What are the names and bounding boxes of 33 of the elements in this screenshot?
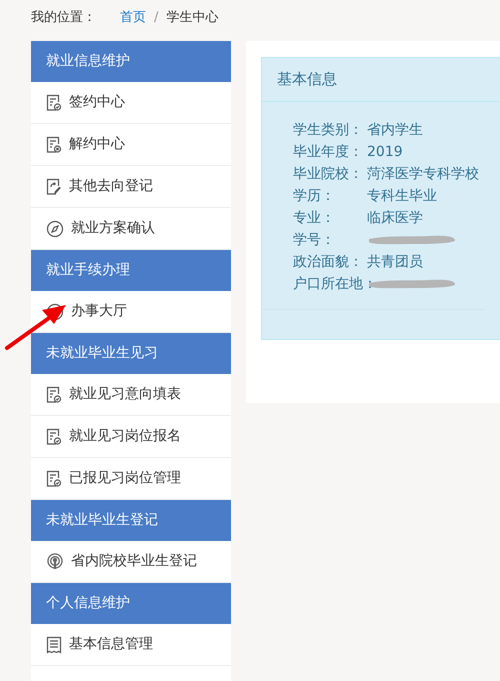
document-check-icon: [46, 428, 62, 446]
document-cross-icon: [46, 136, 62, 154]
document-check-icon: [46, 470, 62, 488]
breadcrumb-label: 我的位置：: [31, 9, 96, 28]
field-label: 学历：: [293, 186, 336, 206]
breadcrumb-link[interactable]: 首页: [120, 8, 146, 28]
breadcrumb-separator: /: [154, 9, 158, 28]
document-pen-icon: [46, 178, 62, 196]
field-value: 2019: [367, 142, 403, 162]
broadcast-icon: [46, 552, 64, 570]
field-value: 菏泽医学专科学校: [367, 164, 479, 184]
card-title: 基本信息: [277, 69, 337, 90]
compass-icon: [46, 302, 64, 320]
field-label: 学生类别：: [293, 120, 364, 140]
field-label: 政治面貌：: [293, 252, 364, 272]
sidebar-group-header[interactable]: 就业信息维护: [31, 41, 231, 82]
compass-icon: [46, 220, 64, 238]
sidebar-group-header[interactable]: 未就业毕业生登记: [31, 500, 231, 541]
field-value: 专科生毕业: [367, 186, 437, 206]
breadcrumb-link[interactable]: 学生中心: [166, 8, 218, 28]
field-value: 省内学生: [367, 120, 423, 140]
field-label: 毕业院校：: [293, 164, 364, 184]
sidebar-group-header[interactable]: 未就业毕业生见习: [31, 333, 231, 374]
field-label: 专业：: [293, 208, 336, 228]
receipt-icon: [46, 636, 62, 654]
sidebar-group-header[interactable]: 就业手续办理: [31, 250, 231, 291]
field-label: 毕业年度：: [293, 142, 364, 162]
field-value: 临床医学: [367, 208, 423, 228]
field-label: 学号：: [293, 230, 336, 250]
document-check-icon: [46, 94, 62, 112]
field-value: 共青团员: [367, 252, 423, 272]
sidebar-group-header[interactable]: 个人信息维护: [31, 583, 231, 624]
document-check-icon: [46, 386, 62, 404]
